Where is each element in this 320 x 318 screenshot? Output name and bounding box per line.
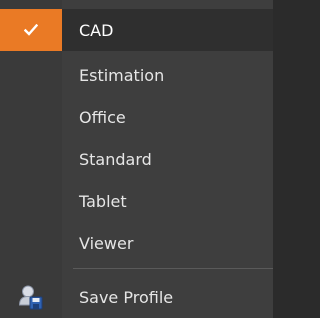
menu-item-estimation[interactable]: Estimation [0,54,273,96]
menu-item-label: CAD [79,20,114,40]
selected-indicator [0,9,62,51]
menu-item-tablet[interactable]: Tablet [0,180,273,222]
save-profile-label: Save Profile [79,287,174,307]
menu-item-label: Tablet [79,191,127,211]
menu-item-standard[interactable]: Standard [0,138,273,180]
menu-separator [73,268,273,269]
check-icon [24,24,38,36]
menu-item-office[interactable]: Office [0,96,273,138]
menu-item-label: Office [79,107,126,127]
save-profile-icon [0,276,62,318]
menu-item-label: Viewer [79,233,134,253]
menu-item-label: Estimation [79,65,165,85]
menu-item-label: Standard [79,149,152,169]
menu-item-cad[interactable]: CAD [0,9,273,51]
profile-menu: CAD Estimation Office Standard Tablet Vi… [0,0,273,318]
menu-item-save-profile[interactable]: Save Profile [0,276,273,318]
menu-item-viewer[interactable]: Viewer [0,222,273,264]
